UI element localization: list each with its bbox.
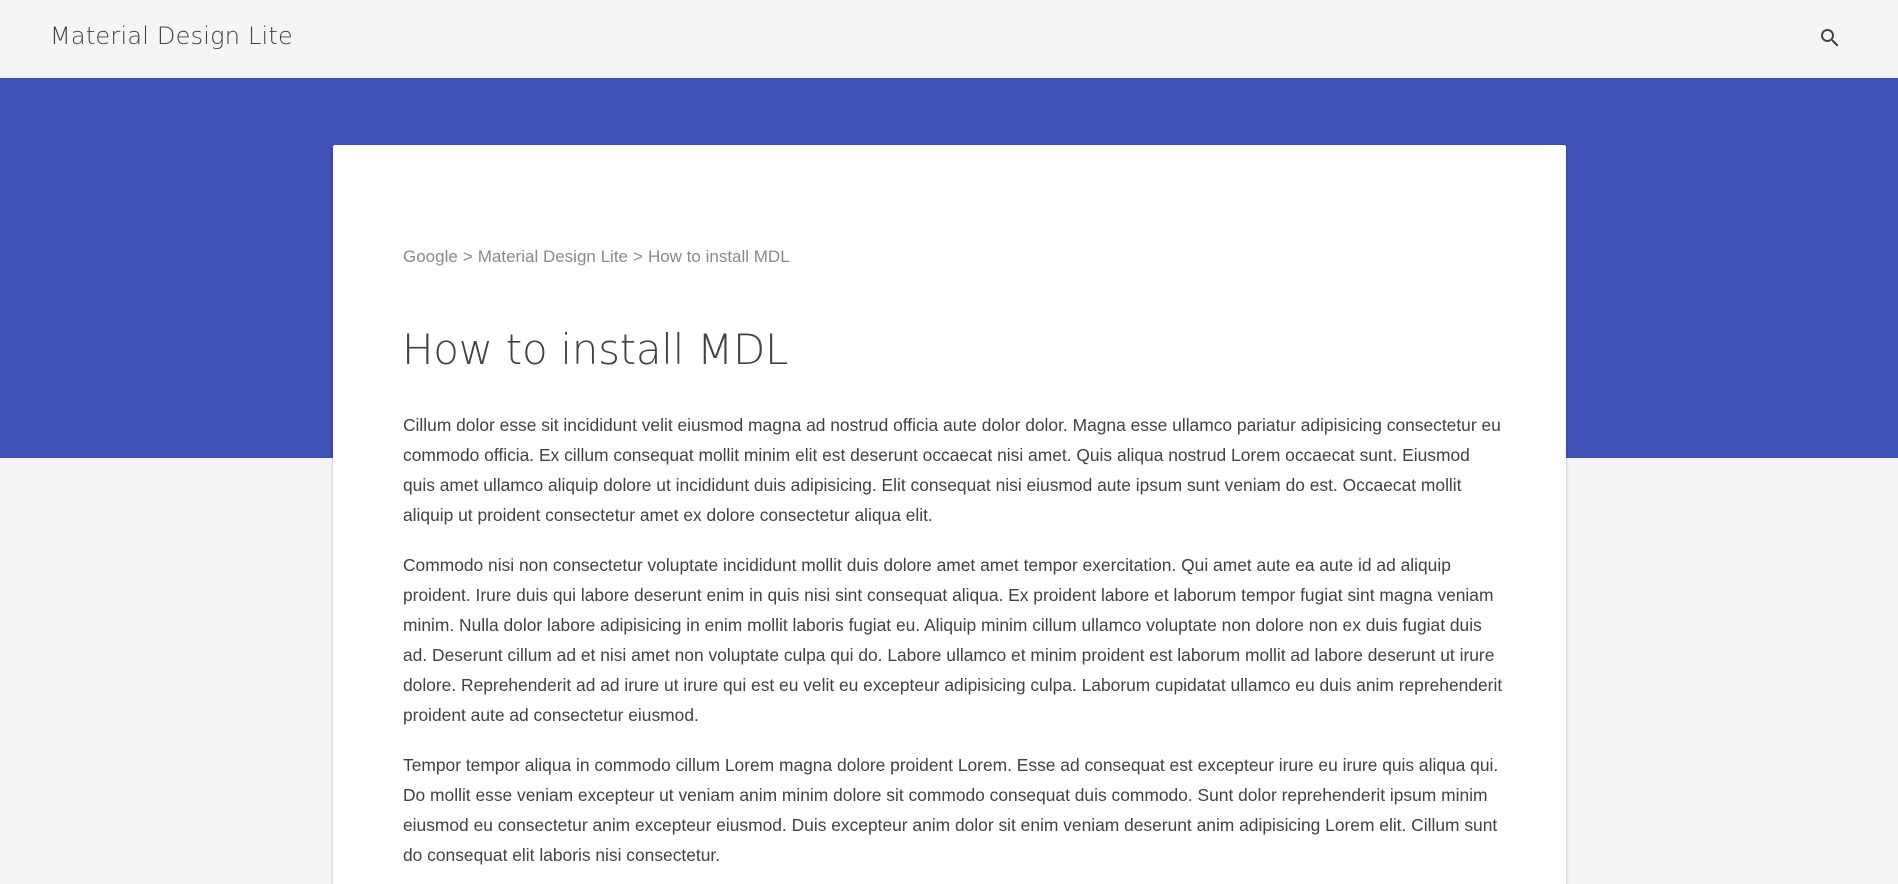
breadcrumb: Google > Material Design Lite > How to insta… xyxy=(403,247,790,267)
search-button[interactable] xyxy=(1812,20,1848,56)
article-card: Google > Material Design Lite > How to insta… xyxy=(333,145,1566,884)
breadcrumb-item-current: How to install MDL xyxy=(647,247,790,266)
article-paragraph: Commodo nisi non consectetur voluptate i… xyxy=(403,555,1503,725)
app-title: Material Design Lite xyxy=(50,22,294,50)
breadcrumb-item-google[interactable]: Google xyxy=(403,247,458,266)
breadcrumb-separator: > xyxy=(633,247,643,266)
breadcrumb-item-mdl[interactable]: Material Design Lite xyxy=(478,247,628,266)
article-body: Cillum dolor esse sit incididunt velit e… xyxy=(403,410,1503,884)
page: Material Design Lite Google > Material Des… xyxy=(0,0,1898,884)
article-paragraph: Cillum dolor esse sit incididunt velit e… xyxy=(403,415,1501,525)
search-icon xyxy=(1821,29,1839,47)
breadcrumb-separator: > xyxy=(462,247,473,266)
page-title: How to install MDL xyxy=(402,325,789,374)
article-paragraph: Tempor tempor aliqua in commodo cillum L… xyxy=(403,755,1499,865)
top-app-bar: Material Design Lite xyxy=(0,0,1898,78)
